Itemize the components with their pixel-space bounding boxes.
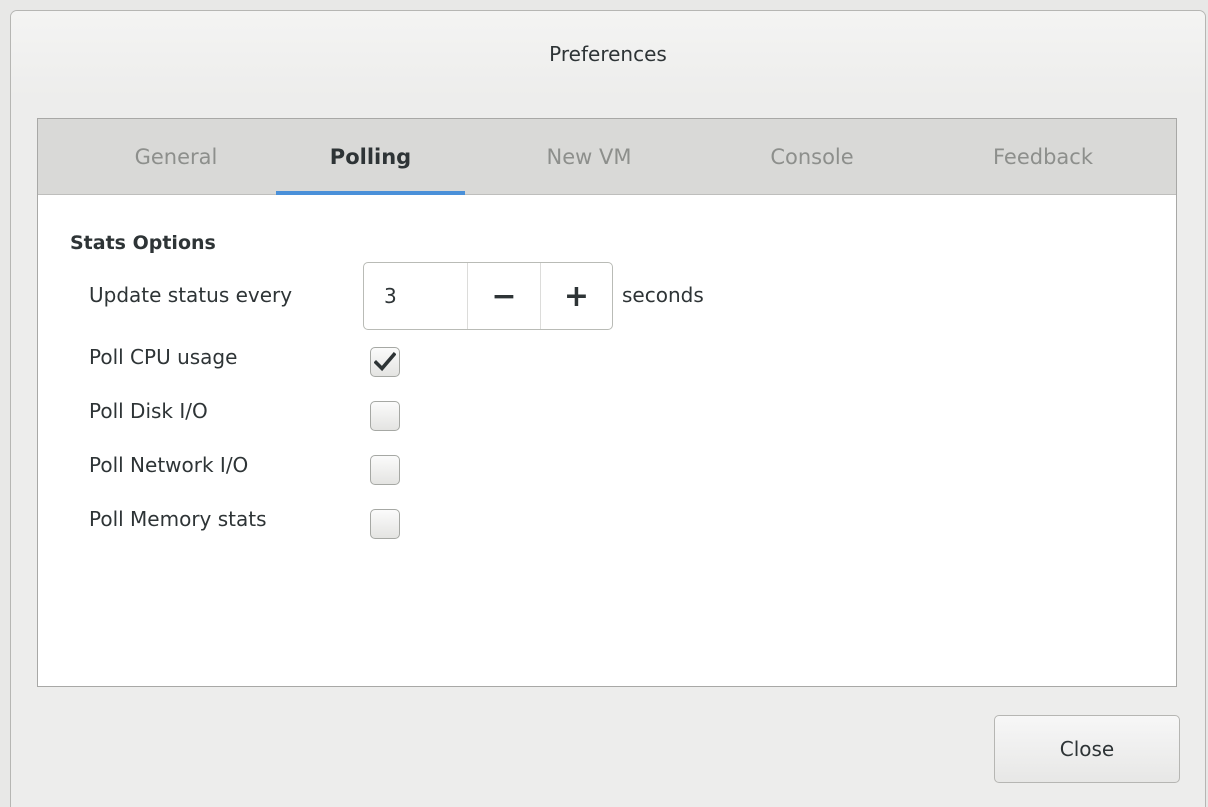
poll-disk-label: Poll Disk I/O xyxy=(89,399,208,423)
dialog-title: Preferences xyxy=(11,11,1205,97)
preferences-notebook: General Polling New VM Console Feedback … xyxy=(37,118,1177,687)
tab-label: Console xyxy=(770,144,854,169)
tab-label: New VM xyxy=(546,144,632,169)
poll-network-label: Poll Network I/O xyxy=(89,453,249,477)
tab-label: Polling xyxy=(329,144,412,169)
preferences-dialog: Preferences General Polling New VM Conso… xyxy=(10,10,1206,807)
plus-icon: + xyxy=(563,278,590,314)
section-title: Stats Options xyxy=(70,232,216,254)
update-interval-input[interactable]: 3 xyxy=(364,263,467,329)
close-button-label: Close xyxy=(1059,737,1115,761)
update-unit-label: seconds xyxy=(622,283,704,307)
poll-network-checkbox[interactable] xyxy=(370,455,400,485)
close-button[interactable]: Close xyxy=(994,715,1180,783)
poll-cpu-checkbox[interactable] xyxy=(370,347,400,377)
tab-new-vm[interactable]: New VM xyxy=(495,119,683,194)
minus-icon: − xyxy=(491,278,517,314)
tab-bar: General Polling New VM Console Feedback xyxy=(38,119,1176,195)
update-status-label: Update status every xyxy=(89,283,293,307)
tab-label: Feedback xyxy=(992,144,1093,169)
tab-console[interactable]: Console xyxy=(718,119,906,194)
tab-label: General xyxy=(134,144,218,169)
poll-cpu-label: Poll CPU usage xyxy=(89,345,238,369)
poll-memory-label: Poll Memory stats xyxy=(89,507,267,531)
decrement-button[interactable]: − xyxy=(467,263,540,329)
poll-memory-checkbox[interactable] xyxy=(370,509,400,539)
tab-general[interactable]: General xyxy=(82,119,270,194)
update-interval-spinbutton: 3 − + xyxy=(363,262,613,330)
tab-polling[interactable]: Polling xyxy=(276,119,465,195)
polling-page: Stats Options Update status every 3 − + … xyxy=(38,195,1176,686)
tab-feedback[interactable]: Feedback xyxy=(942,119,1144,194)
increment-button[interactable]: + xyxy=(540,263,612,329)
poll-disk-checkbox[interactable] xyxy=(370,401,400,431)
checkmark-icon xyxy=(374,352,396,372)
